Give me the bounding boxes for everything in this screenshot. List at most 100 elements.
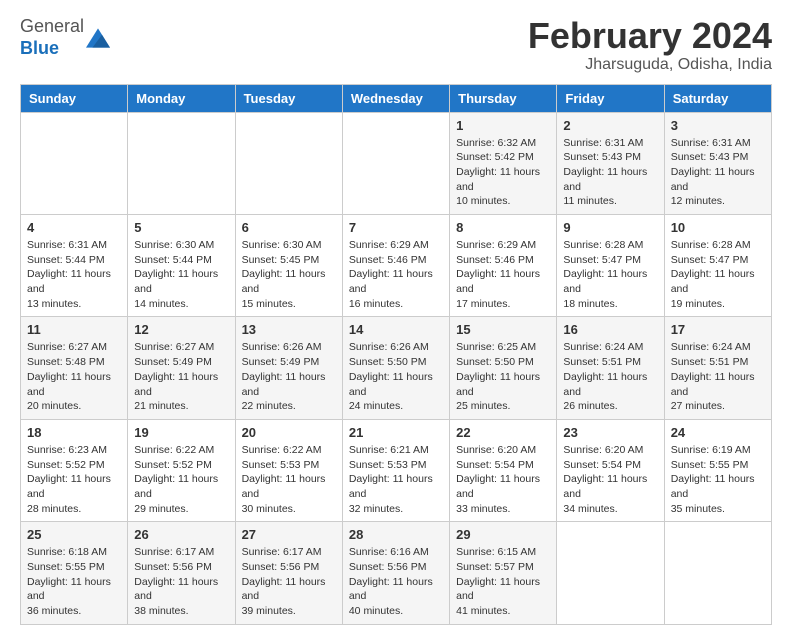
- table-row: [664, 522, 771, 624]
- date-number: 5: [134, 220, 228, 235]
- cell-info: Sunrise: 6:20 AMSunset: 5:54 PMDaylight:…: [456, 443, 550, 516]
- col-thursday: Thursday: [450, 84, 557, 112]
- cell-info: Sunrise: 6:26 AMSunset: 5:50 PMDaylight:…: [349, 340, 443, 413]
- date-number: 4: [27, 220, 121, 235]
- cell-info: Sunrise: 6:23 AMSunset: 5:52 PMDaylight:…: [27, 443, 121, 516]
- table-row: 7 Sunrise: 6:29 AMSunset: 5:46 PMDaylight…: [342, 215, 449, 317]
- table-row: 2Sunrise: 6:31 AMSunset: 5:43 PMDaylight…: [557, 112, 664, 214]
- date-number: 25: [27, 527, 121, 542]
- cell-info: Sunrise: 6:31 AMSunset: 5:44 PMDaylight:…: [27, 238, 121, 311]
- table-row: 14Sunrise: 6:26 AMSunset: 5:50 PMDayligh…: [342, 317, 449, 419]
- cell-info: Sunrise: 6:24 AMSunset: 5:51 PMDaylight:…: [563, 340, 657, 413]
- calendar-week-row: 11 Sunrise: 6:27 AMSunset: 5:48 PMDayligh…: [21, 317, 772, 419]
- page-container: General Blue February 2024 Jharsuguda, O…: [0, 0, 792, 641]
- table-row: 16 Sunrise: 6:24 AMSunset: 5:51 PMDayligh…: [557, 317, 664, 419]
- date-number: 27: [242, 527, 336, 542]
- table-row: 18 Sunrise: 6:23 AMSunset: 5:52 PMDayligh…: [21, 419, 128, 521]
- table-row: [557, 522, 664, 624]
- cell-info: Sunrise: 6:30 AMSunset: 5:45 PMDaylight:…: [242, 238, 336, 311]
- date-number: 15: [456, 322, 550, 337]
- logo-icon: [86, 28, 110, 48]
- col-sunday: Sunday: [21, 84, 128, 112]
- date-number: 21: [349, 425, 443, 440]
- cell-info: Sunrise: 6:30 AMSunset: 5:44 PMDaylight:…: [134, 238, 228, 311]
- table-row: 17 Sunrise: 6:24 AMSunset: 5:51 PMDayligh…: [664, 317, 771, 419]
- col-monday: Monday: [128, 84, 235, 112]
- cell-info: Sunrise: 6:17 AMSunset: 5:56 PMDaylight:…: [134, 545, 228, 618]
- table-row: 19 Sunrise: 6:22 AMSunset: 5:52 PMDayligh…: [128, 419, 235, 521]
- cell-info: Sunrise: 6:18 AMSunset: 5:55 PMDaylight:…: [27, 545, 121, 618]
- calendar-week-row: 1 Sunrise: 6:32 AMSunset: 5:42 PMDaylight…: [21, 112, 772, 214]
- cell-info: Sunrise: 6:32 AMSunset: 5:42 PMDaylight:…: [456, 136, 550, 209]
- date-number: 1: [456, 118, 550, 133]
- date-number: 16: [563, 322, 657, 337]
- date-number: 10: [671, 220, 765, 235]
- table-row: 4 Sunrise: 6:31 AMSunset: 5:44 PMDaylight…: [21, 215, 128, 317]
- table-row: 29 Sunrise: 6:15 AMSunset: 5:57 PMDayligh…: [450, 522, 557, 624]
- table-row: 27Sunrise: 6:17 AMSunset: 5:56 PMDayligh…: [235, 522, 342, 624]
- date-number: 29: [456, 527, 550, 542]
- table-row: 5 Sunrise: 6:30 AMSunset: 5:44 PMDaylight…: [128, 215, 235, 317]
- cell-info: Sunrise: 6:28 AMSunset: 5:47 PMDaylight:…: [671, 238, 765, 311]
- cell-info: Sunrise: 6:15 AMSunset: 5:57 PMDaylight:…: [456, 545, 550, 618]
- cell-info: Sunrise: 6:31 AMSunset: 5:43 PMDaylight:…: [563, 136, 657, 209]
- cell-info: Sunrise: 6:28 AMSunset: 5:47 PMDaylight:…: [563, 238, 657, 311]
- cell-info: Sunrise: 6:27 AMSunset: 5:48 PMDaylight:…: [27, 340, 121, 413]
- cell-info: Sunrise: 6:31 AMSunset: 5:43 PMDaylight:…: [671, 136, 765, 209]
- date-number: 20: [242, 425, 336, 440]
- date-number: 24: [671, 425, 765, 440]
- col-friday: Friday: [557, 84, 664, 112]
- calendar-header-row: Sunday Monday Tuesday Wednesday Thursday…: [21, 84, 772, 112]
- calendar-week-row: 25 Sunrise: 6:18 AMSunset: 5:55 PMDayligh…: [21, 522, 772, 624]
- table-row: 24Sunrise: 6:19 AMSunset: 5:55 PMDayligh…: [664, 419, 771, 521]
- table-row: [235, 112, 342, 214]
- cell-info: Sunrise: 6:22 AMSunset: 5:53 PMDaylight:…: [242, 443, 336, 516]
- date-number: 23: [563, 425, 657, 440]
- table-row: 9 Sunrise: 6:28 AMSunset: 5:47 PMDaylight…: [557, 215, 664, 317]
- cell-info: Sunrise: 6:20 AMSunset: 5:54 PMDaylight:…: [563, 443, 657, 516]
- cell-info: Sunrise: 6:29 AMSunset: 5:46 PMDaylight:…: [349, 238, 443, 311]
- date-number: 22: [456, 425, 550, 440]
- calendar-week-row: 18 Sunrise: 6:23 AMSunset: 5:52 PMDayligh…: [21, 419, 772, 521]
- date-number: 12: [134, 322, 228, 337]
- date-number: 13: [242, 322, 336, 337]
- table-row: 21 Sunrise: 6:21 AMSunset: 5:53 PMDayligh…: [342, 419, 449, 521]
- header: General Blue February 2024 Jharsuguda, O…: [20, 16, 772, 74]
- table-row: 23 Sunrise: 6:20 AMSunset: 5:54 PMDayligh…: [557, 419, 664, 521]
- date-number: 17: [671, 322, 765, 337]
- col-wednesday: Wednesday: [342, 84, 449, 112]
- cell-info: Sunrise: 6:22 AMSunset: 5:52 PMDaylight:…: [134, 443, 228, 516]
- col-tuesday: Tuesday: [235, 84, 342, 112]
- logo-general-text: General: [20, 16, 84, 36]
- date-number: 6: [242, 220, 336, 235]
- date-number: 3: [671, 118, 765, 133]
- date-number: 7: [349, 220, 443, 235]
- table-row: 15Sunrise: 6:25 AMSunset: 5:50 PMDayligh…: [450, 317, 557, 419]
- date-number: 11: [27, 322, 121, 337]
- table-row: 25 Sunrise: 6:18 AMSunset: 5:55 PMDayligh…: [21, 522, 128, 624]
- calendar-week-row: 4 Sunrise: 6:31 AMSunset: 5:44 PMDaylight…: [21, 215, 772, 317]
- table-row: 11 Sunrise: 6:27 AMSunset: 5:48 PMDayligh…: [21, 317, 128, 419]
- table-row: 26 Sunrise: 6:17 AMSunset: 5:56 PMDayligh…: [128, 522, 235, 624]
- table-row: 6 Sunrise: 6:30 AMSunset: 5:45 PMDaylight…: [235, 215, 342, 317]
- table-row: [342, 112, 449, 214]
- table-row: 20 Sunrise: 6:22 AMSunset: 5:53 PMDayligh…: [235, 419, 342, 521]
- col-saturday: Saturday: [664, 84, 771, 112]
- table-row: 1 Sunrise: 6:32 AMSunset: 5:42 PMDaylight…: [450, 112, 557, 214]
- cell-info: Sunrise: 6:29 AMSunset: 5:46 PMDaylight:…: [456, 238, 550, 311]
- date-number: 28: [349, 527, 443, 542]
- cell-info: Sunrise: 6:24 AMSunset: 5:51 PMDaylight:…: [671, 340, 765, 413]
- table-row: 12 Sunrise: 6:27 AMSunset: 5:49 PMDayligh…: [128, 317, 235, 419]
- calendar-table: Sunday Monday Tuesday Wednesday Thursday…: [20, 84, 772, 625]
- table-row: 22 Sunrise: 6:20 AMSunset: 5:54 PMDayligh…: [450, 419, 557, 521]
- month-title: February 2024: [528, 16, 772, 56]
- date-number: 19: [134, 425, 228, 440]
- logo-blue-text: Blue: [20, 38, 59, 58]
- date-number: 26: [134, 527, 228, 542]
- date-number: 9: [563, 220, 657, 235]
- location: Jharsuguda, Odisha, India: [528, 56, 772, 74]
- date-number: 18: [27, 425, 121, 440]
- table-row: 8Sunrise: 6:29 AMSunset: 5:46 PMDaylight…: [450, 215, 557, 317]
- cell-info: Sunrise: 6:27 AMSunset: 5:49 PMDaylight:…: [134, 340, 228, 413]
- cell-info: Sunrise: 6:21 AMSunset: 5:53 PMDaylight:…: [349, 443, 443, 516]
